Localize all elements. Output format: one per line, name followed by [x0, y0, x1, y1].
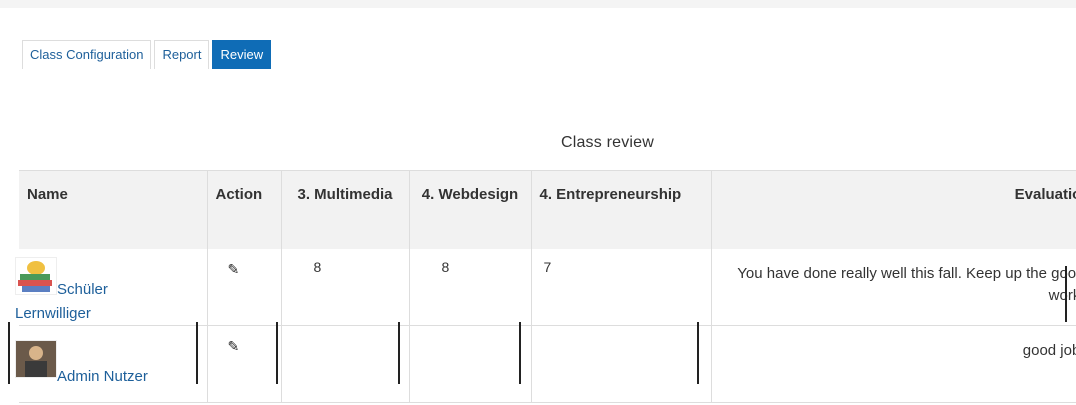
evaluation-cell: good job! [711, 325, 1076, 403]
tab-class-configuration[interactable]: Class Configuration [22, 40, 152, 69]
table-row: Schüler Lernwilliger ✎ 8 8 7 You have do… [15, 249, 1076, 326]
grade-value: 8 [313, 259, 322, 275]
divider [519, 322, 521, 384]
grade-cell-webdesign: 8 [409, 249, 532, 326]
table-caption: Class review [560, 134, 655, 151]
action-cell: ✎ [207, 325, 282, 403]
evaluation-text: You have done really well this fall. Kee… [737, 265, 1076, 304]
divider [1065, 266, 1067, 322]
divider [697, 322, 699, 384]
avatar [15, 340, 57, 378]
divider [196, 322, 198, 384]
avatar [15, 257, 57, 295]
student-name-link-line2[interactable]: Lernwilliger [15, 305, 91, 322]
edit-icon[interactable]: ✎ [228, 261, 240, 278]
grade-cell-entrepreneurship: 7 [531, 249, 712, 326]
student-name-link[interactable]: Schüler [57, 281, 108, 298]
student-name-cell: Admin Nutzer [15, 325, 208, 403]
table-header-row: Name Action 3. Multimedia 4. Webdesign 4… [19, 170, 1076, 249]
column-header-name[interactable]: Name [19, 170, 208, 249]
evaluation-text: good job! [1022, 342, 1076, 359]
divider [276, 322, 278, 384]
grade-value: 8 [441, 259, 450, 275]
divider [398, 322, 400, 384]
tab-report[interactable]: Report [154, 40, 210, 69]
column-header-multimedia[interactable]: 3. Multimedia [281, 170, 410, 249]
column-header-action: Action [207, 170, 282, 249]
column-header-evaluation: Evaluation [711, 170, 1076, 249]
page-top-strip [0, 0, 1076, 8]
grade-cell-entrepreneurship [531, 325, 712, 403]
action-cell: ✎ [207, 249, 282, 326]
tab-bar: Class Configuration Report Review [22, 40, 274, 69]
class-review-table: Name Action 3. Multimedia 4. Webdesign 4… [15, 170, 1076, 403]
table-row: Admin Nutzer ✎ good job! [15, 325, 1076, 403]
tab-review[interactable]: Review [212, 40, 272, 69]
grade-value: 7 [543, 259, 552, 275]
column-header-entrepreneurship[interactable]: 4. Entrepreneurship [531, 170, 712, 249]
student-name-cell: Schüler Lernwilliger [15, 249, 208, 326]
column-header-webdesign[interactable]: 4. Webdesign [409, 170, 532, 249]
student-name-link[interactable]: Admin Nutzer [57, 368, 148, 385]
grade-cell-multimedia: 8 [281, 249, 410, 326]
divider [8, 322, 10, 384]
edit-icon[interactable]: ✎ [228, 338, 240, 355]
evaluation-cell: You have done really well this fall. Kee… [711, 249, 1076, 326]
grade-cell-webdesign [409, 325, 532, 403]
grade-cell-multimedia [281, 325, 410, 403]
